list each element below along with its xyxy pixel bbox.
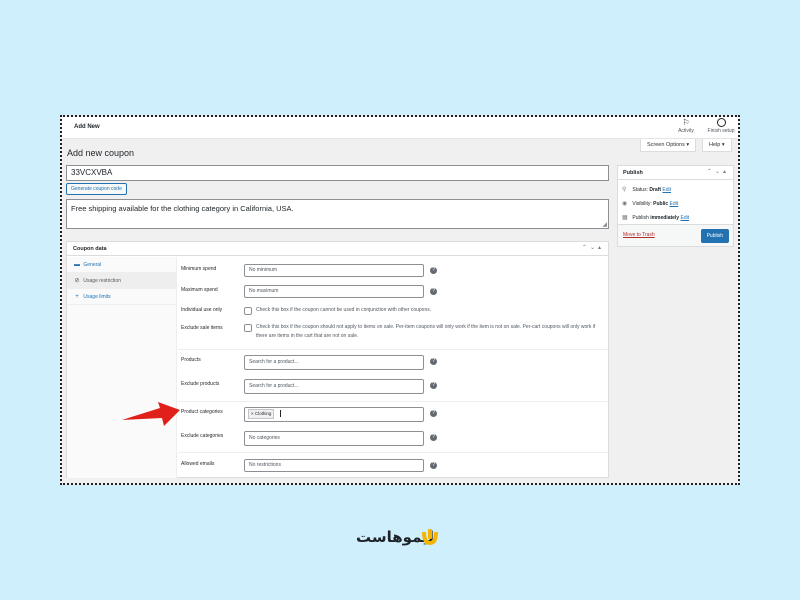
exclude-products-input[interactable]: Search for a product… [244,379,424,394]
visibility-label: Visibility: [632,201,652,207]
publish-header: Publish ⌃⌄▴ [618,166,733,180]
exclude-categories-input[interactable]: No categories [244,431,424,446]
product-categories-input[interactable]: × Clothing [244,407,424,422]
move-to-trash-link[interactable]: Move to Trash [623,232,655,238]
text-cursor [280,410,282,418]
publish-value: immediately [650,215,680,221]
tab-general-label: General [83,262,102,268]
red-arrow-annotation [122,402,180,426]
max-spend-input[interactable]: No maximum [244,285,424,298]
publish-label: Publish [632,215,649,221]
visibility-value: Public [653,201,669,207]
publish-edit-link[interactable]: Edit [680,215,689,221]
coupon-code-input[interactable]: 33VCXVBA [66,165,609,181]
allowed-emails-input[interactable]: No restrictions [244,459,424,472]
tab-usage-restriction-label: Usage restriction [83,278,121,284]
divider [178,401,608,402]
min-spend-label: Minimum spend [181,266,217,272]
topbar-title: Add New [74,124,100,130]
activity-button[interactable]: ⚐ Activity [674,118,698,134]
description-textarea[interactable]: Free shipping available for the clothing… [66,199,609,229]
box-controls[interactable]: ⌃⌄▴ [707,168,729,175]
product-categories-label: Product categories [181,409,223,415]
generate-coupon-button[interactable]: Generate coupon code [66,183,127,195]
screen-options-button[interactable]: Screen Options ▾ [640,139,697,152]
activity-label: Activity [678,128,694,134]
allowed-emails-label: Allowed emails [181,461,215,467]
progress-ring-icon [716,118,726,127]
visibility-edit-link[interactable]: Edit [670,201,679,207]
tab-usage-restriction[interactable]: ⊘ Usage restriction [67,273,176,289]
status-label: Status: [632,187,648,193]
usage-restriction-panel: Minimum spend No minimum ? Maximum spend… [178,257,608,478]
description-text: Free shipping available for the clothing… [71,204,294,213]
help-icon[interactable]: ? [430,382,437,389]
publish-time-row: ▦ Publish immediately Edit [622,214,689,221]
help-icon[interactable]: ? [430,462,437,469]
exclude-sale-text: Check this box if the coupon should not … [256,324,596,339]
ticket-icon: ▬ [74,262,80,268]
tab-general[interactable]: ▬ General [67,257,176,273]
top-bar: Add New ⚐ Activity Finish setup [62,117,738,139]
help-icon[interactable]: ? [430,288,437,295]
calendar-icon: ▦ [622,215,628,221]
plus-icon: + [75,294,79,300]
status-value: Draft [649,187,662,193]
max-spend-label: Maximum spend [181,287,218,293]
publish-footer: Move to Trash Publish [618,224,733,246]
help-icon[interactable]: ? [430,434,437,441]
exclude-categories-label: Exclude categories [181,433,224,439]
coupon-data-header: Coupon data ⌃⌄▴ [67,242,608,256]
eye-icon: ◉ [622,201,628,207]
help-icon[interactable]: ? [430,358,437,365]
products-label: Products [181,357,201,363]
individual-use-text: Check this box if the coupon cannot be u… [256,307,432,313]
exclude-sale-label: Exclude sale items [181,325,223,331]
lemon-logo-icon [422,529,438,545]
coupon-tabs: ▬ General ⊘ Usage restriction + Usage li… [67,257,177,478]
category-chip[interactable]: × Clothing [248,409,275,419]
exclude-sale-checkbox[interactable] [244,324,252,332]
coupon-data-box: Coupon data ⌃⌄▴ ▬ General ⊘ Usage restri… [66,241,609,478]
restriction-icon: ⊘ [74,278,80,284]
help-icon[interactable]: ? [430,410,437,417]
individual-use-checkbox[interactable] [244,307,252,315]
visibility-row: ◉ Visibility: Public Edit [622,200,678,207]
finish-setup-button[interactable]: Finish setup [704,118,738,134]
help-icon[interactable]: ? [430,267,437,274]
arrow-shape [122,402,180,426]
publish-box: Publish ⌃⌄▴ ⚲ Status: Draft Edit ◉ Visib… [617,165,734,247]
coupon-data-title: Coupon data [73,246,107,252]
flag-icon: ⚐ [682,118,690,127]
resize-handle-icon[interactable]: ◢ [602,221,607,228]
publish-title: Publish [623,170,643,176]
tab-usage-limits[interactable]: + Usage limits [67,289,176,305]
status-row: ⚲ Status: Draft Edit [622,186,671,193]
publish-button[interactable]: Publish [700,229,729,243]
individual-use-label: Individual use only [181,307,223,313]
help-button[interactable]: Help ▾ [702,139,732,152]
divider [178,452,608,453]
box-controls[interactable]: ⌃⌄▴ [582,244,604,251]
products-input[interactable]: Search for a product… [244,355,424,370]
tab-usage-limits-label: Usage limits [83,294,111,300]
divider [178,349,608,350]
pin-icon: ⚲ [622,187,627,193]
min-spend-input[interactable]: No minimum [244,264,424,277]
finish-setup-label: Finish setup [707,128,735,134]
exclude-products-label: Exclude products [181,381,220,387]
status-edit-link[interactable]: Edit [662,187,671,193]
page-title: Add new coupon [67,148,135,158]
